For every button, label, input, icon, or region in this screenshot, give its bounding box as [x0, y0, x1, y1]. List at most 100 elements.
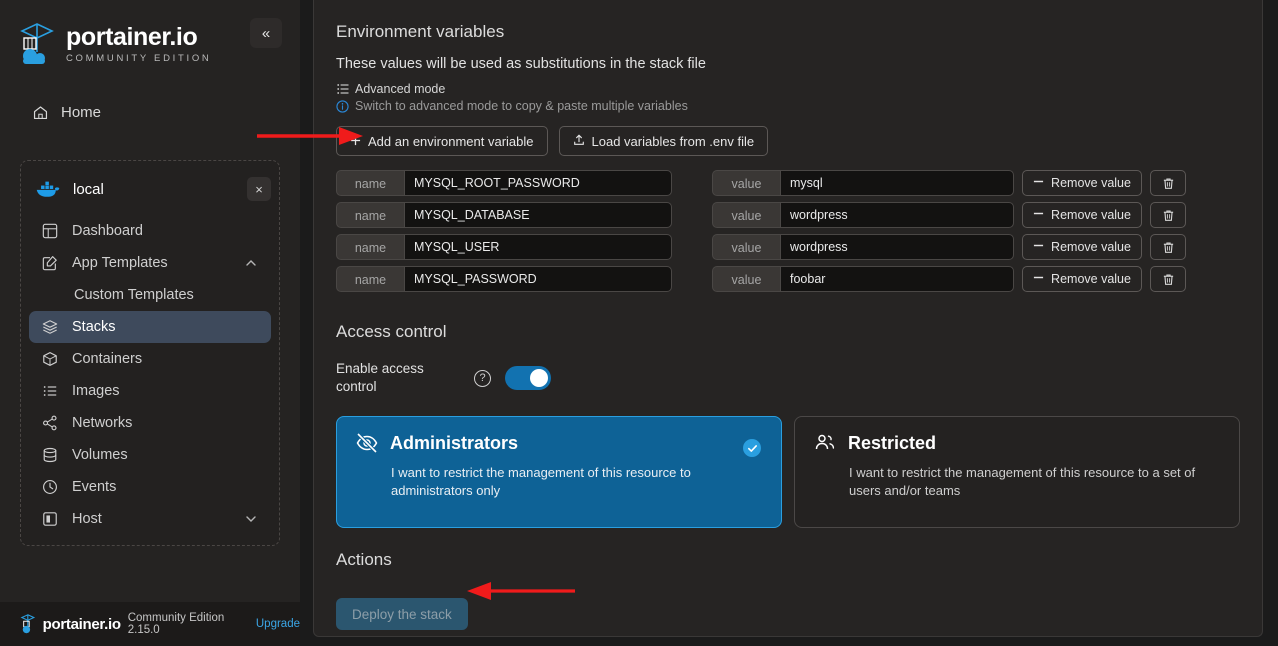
env-name-input[interactable]: [404, 266, 672, 292]
edit-square-icon: [41, 254, 59, 272]
env-value-input[interactable]: [780, 234, 1014, 260]
footer-upgrade-link[interactable]: Upgrade: [256, 618, 300, 630]
sidebar-item-label: Stacks: [72, 319, 116, 335]
access-control-title: Access control: [336, 322, 1240, 342]
name-chip: name: [336, 170, 404, 196]
enable-access-control-toggle[interactable]: [505, 366, 551, 390]
sidebar-item-label: Custom Templates: [74, 287, 194, 303]
collapse-sidebar-button[interactable]: «: [250, 18, 282, 48]
minus-icon: [1033, 272, 1044, 286]
remove-value-button[interactable]: Remove value: [1022, 234, 1142, 260]
sidebar: portainer.io COMMUNITY EDITION « Home: [0, 0, 300, 646]
env-variables-subtitle: These values will be used as substitutio…: [336, 56, 1240, 72]
value-chip: value: [712, 234, 780, 260]
table-row: name: [336, 202, 684, 228]
card-title: Administrators: [390, 433, 518, 454]
remove-value-label: Remove value: [1051, 176, 1131, 190]
close-icon: ×: [255, 182, 263, 197]
dashboard-icon: [41, 222, 59, 240]
value-chip: value: [712, 266, 780, 292]
sidebar-item-label: Images: [72, 383, 120, 399]
table-row: value: [712, 266, 1014, 292]
stack-form-panel: Environment variables These values will …: [313, 0, 1263, 637]
sidebar-item-networks[interactable]: Networks: [29, 407, 271, 439]
sidebar-item-home[interactable]: Home: [0, 92, 300, 132]
env-name-input[interactable]: [404, 234, 672, 260]
brand-title: portainer.io: [66, 24, 211, 50]
environment-name: local: [73, 181, 247, 198]
sidebar-item-label: Dashboard: [72, 223, 143, 239]
sidebar-item-containers[interactable]: Containers: [29, 343, 271, 375]
toggle-knob: [530, 369, 548, 387]
env-name-input[interactable]: [404, 202, 672, 228]
sidebar-item-label: Networks: [72, 415, 132, 431]
sidebar-footer: portainer.io Community Edition 2.15.0 Up…: [0, 602, 300, 646]
table-row: name: [336, 266, 684, 292]
remove-value-buttons: Remove value Remove value: [1022, 170, 1142, 298]
deploy-stack-button[interactable]: Deploy the stack: [336, 598, 468, 630]
chevron-double-left-icon: «: [262, 25, 270, 42]
remove-value-button[interactable]: Remove value: [1022, 170, 1142, 196]
advanced-mode-hint-label: Switch to advanced mode to copy & paste …: [355, 99, 688, 113]
sidebar-item-label: Containers: [72, 351, 142, 367]
help-circle-icon[interactable]: ?: [474, 370, 491, 387]
sidebar-item-dashboard[interactable]: Dashboard: [29, 215, 271, 247]
enable-access-control-row: Enable access control ?: [336, 360, 1240, 396]
env-value-input[interactable]: [780, 266, 1014, 292]
sidebar-item-events[interactable]: Events: [29, 471, 271, 503]
access-card-administrators[interactable]: Administrators I want to restrict the ma…: [336, 416, 782, 528]
minus-icon: [1033, 176, 1044, 190]
access-card-restricted[interactable]: Restricted I want to restrict the manage…: [794, 416, 1240, 528]
environment-close-button[interactable]: ×: [247, 177, 271, 201]
delete-variable-button[interactable]: [1150, 170, 1186, 196]
chevron-up-icon: [245, 257, 257, 269]
sidebar-item-custom-templates[interactable]: Custom Templates: [29, 279, 271, 311]
env-value-input[interactable]: [780, 202, 1014, 228]
sidebar-item-label: App Templates: [72, 255, 168, 271]
environment-header: local ×: [21, 169, 279, 209]
delete-variable-buttons: [1150, 170, 1186, 298]
sidebar-item-stacks[interactable]: Stacks: [29, 311, 271, 343]
load-env-file-button[interactable]: Load variables from .env file: [559, 126, 769, 156]
docker-whale-icon: [35, 179, 61, 199]
selected-check-icon: [743, 439, 761, 457]
list-lines-icon: [336, 83, 349, 96]
sidebar-item-label: Host: [72, 511, 102, 527]
eye-off-icon: [355, 431, 379, 455]
sidebar-item-volumes[interactable]: Volumes: [29, 439, 271, 471]
sidebar-item-images[interactable]: Images: [29, 375, 271, 407]
sidebar-item-host[interactable]: Host: [29, 503, 271, 535]
portainer-footer-logo-icon: [20, 613, 36, 635]
env-value-input[interactable]: [780, 170, 1014, 196]
card-header: Administrators: [355, 431, 763, 455]
delete-variable-button[interactable]: [1150, 202, 1186, 228]
name-chip: name: [336, 234, 404, 260]
env-variables-table: name name name name: [336, 170, 1240, 298]
actions-title: Actions: [336, 550, 1240, 570]
delete-variable-button[interactable]: [1150, 234, 1186, 260]
value-chip: value: [712, 202, 780, 228]
table-row: value: [712, 202, 1014, 228]
access-control-cards: Administrators I want to restrict the ma…: [336, 416, 1240, 528]
server-icon: [41, 510, 59, 528]
table-row: name: [336, 170, 684, 196]
portainer-logo-icon: [18, 22, 56, 66]
remove-value-button[interactable]: Remove value: [1022, 202, 1142, 228]
add-environment-variable-button[interactable]: Add an environment variable: [336, 126, 548, 156]
database-icon: [41, 446, 59, 464]
delete-variable-button[interactable]: [1150, 266, 1186, 292]
env-value-column: value value value value: [712, 170, 1186, 298]
remove-value-button[interactable]: Remove value: [1022, 266, 1142, 292]
sidebar-item-app-templates[interactable]: App Templates: [29, 247, 271, 279]
minus-icon: [1033, 240, 1044, 254]
advanced-mode-toggle[interactable]: Advanced mode: [336, 82, 1240, 96]
card-header: Restricted: [813, 431, 1221, 455]
load-env-file-label: Load variables from .env file: [592, 134, 755, 149]
env-name-input[interactable]: [404, 170, 672, 196]
env-action-buttons: Add an environment variable Load variabl…: [336, 126, 1240, 156]
upload-icon: [573, 134, 585, 149]
env-value-inputs: value value value value: [712, 170, 1014, 298]
containers-icon: [41, 350, 59, 368]
card-description: I want to restrict the management of thi…: [849, 464, 1221, 500]
env-variables-title: Environment variables: [336, 22, 1240, 42]
